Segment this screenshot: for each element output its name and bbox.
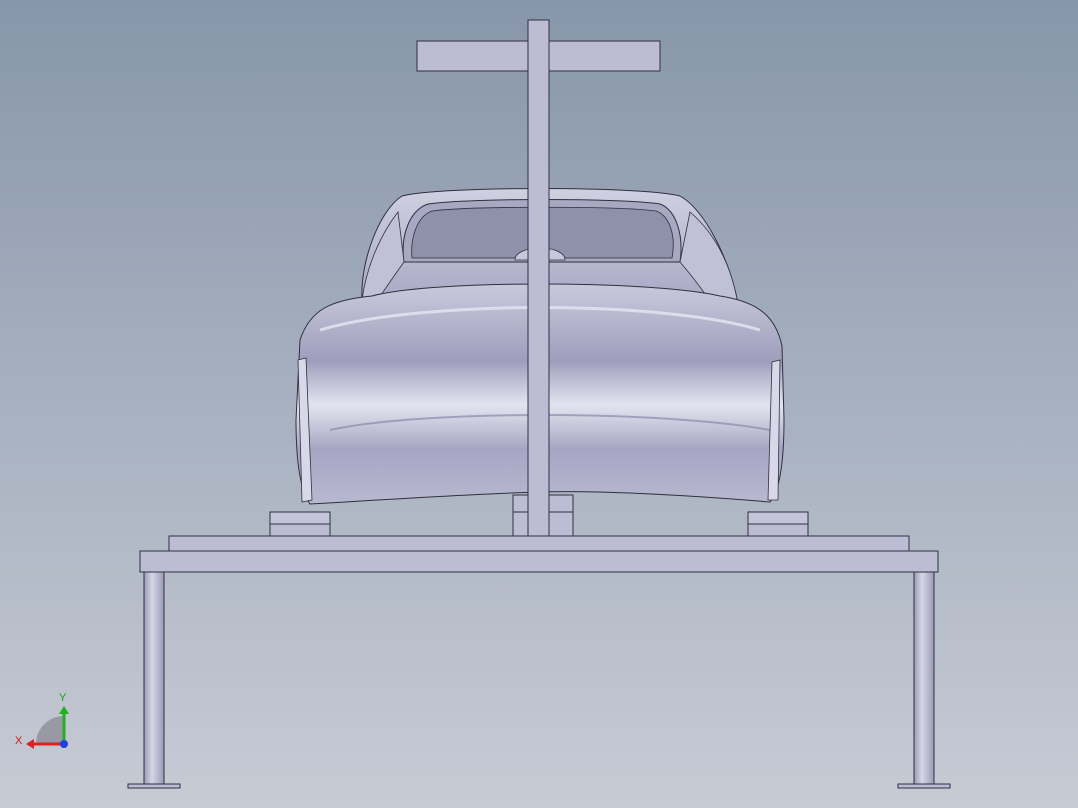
model-scene[interactable]: X Y bbox=[0, 0, 1078, 808]
table-top[interactable] bbox=[139, 550, 939, 573]
central-post[interactable] bbox=[527, 19, 550, 537]
triad-y-label: Y bbox=[59, 692, 67, 704]
base-plate[interactable] bbox=[168, 535, 910, 552]
reference-triad: X Y bbox=[15, 692, 69, 749]
table-leg-left[interactable] bbox=[127, 571, 181, 789]
support-block-left[interactable] bbox=[269, 511, 331, 537]
triad-xy-plane bbox=[36, 716, 64, 744]
table-leg-right[interactable] bbox=[897, 571, 951, 789]
triad-x-label: X bbox=[15, 735, 23, 747]
support-block-right[interactable] bbox=[747, 511, 809, 537]
graphics-viewport[interactable]: X Y bbox=[0, 0, 1078, 808]
